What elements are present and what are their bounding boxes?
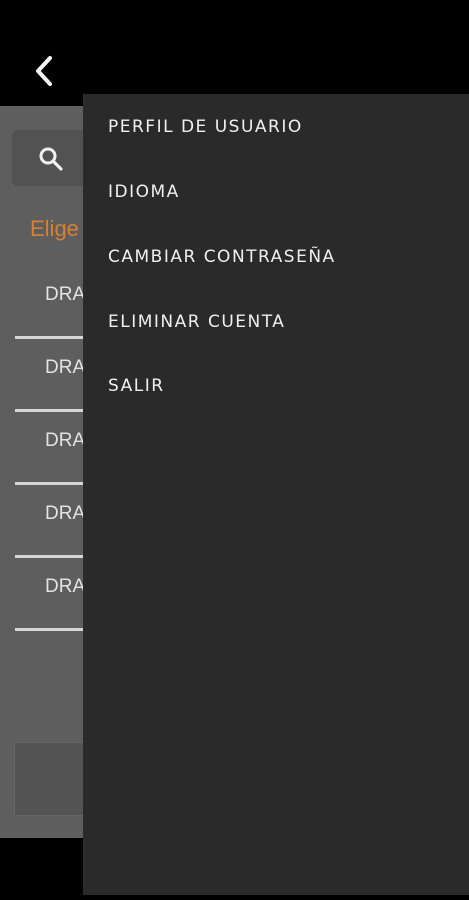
chevron-left-icon [36, 56, 52, 86]
menu-item-logout[interactable]: SALIR [108, 376, 165, 396]
search-icon [39, 147, 63, 171]
list-item-label: DRA [45, 576, 86, 597]
list-item-label: DRA [45, 430, 86, 451]
screen: Elige DRA DRA DRA DRA DRA PERFIL DE USUA… [0, 0, 469, 900]
navigation-drawer: PERFIL DE USUARIO IDIOMA CAMBIAR CONTRAS… [83, 94, 469, 895]
menu-item-change-password[interactable]: CAMBIAR CONTRASEÑA [108, 247, 336, 267]
back-button[interactable] [24, 48, 64, 94]
choose-label: Elige [30, 216, 79, 241]
list-item-label: DRA [45, 503, 86, 524]
menu-item-language[interactable]: IDIOMA [108, 182, 180, 202]
menu-item-delete-account[interactable]: ELIMINAR CUENTA [108, 312, 285, 332]
top-bar [0, 0, 469, 106]
list-item-label: DRA [45, 357, 86, 378]
list-item-label: DRA [45, 284, 86, 305]
menu-item-user-profile[interactable]: PERFIL DE USUARIO [108, 117, 303, 137]
